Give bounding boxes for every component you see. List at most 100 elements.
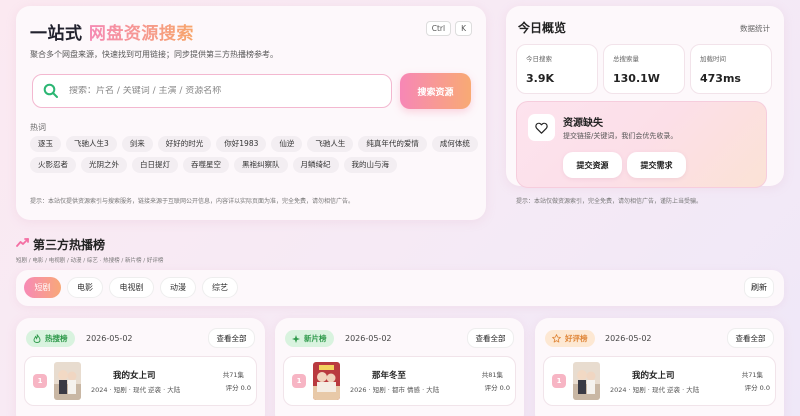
search-input[interactable] [69, 86, 359, 96]
overview-notice: 提示：本站仅做资源索引，完全免费，请勿相信广告，谨防上当受骗。 [516, 198, 703, 205]
star-icon [552, 334, 561, 343]
search-button[interactable]: 搜索资源 [400, 73, 471, 109]
poster-image [573, 362, 600, 400]
submit-request-button[interactable]: 提交需求 [627, 152, 686, 178]
trending-icon [16, 238, 29, 247]
episode-count: 共71集 [222, 371, 244, 379]
rank-date: 2026-05-02 [345, 334, 392, 343]
stat-total-search: 总搜索量 130.1W [603, 44, 685, 94]
rank-card-top-rated: 好评榜 2026-05-02 查看全部 1 我的女上司 2024 · 短剧 · … [535, 318, 784, 416]
stat-value: 130.1W [613, 72, 660, 85]
list-item[interactable]: 1 我的女上司 2024 · 短剧 · 现代 逆袭 · 大陆 共71集 评分 0… [543, 356, 776, 406]
hot-word-chip[interactable]: 成何体统 [431, 136, 478, 152]
stat-today-search: 今日搜索 3.9K [516, 44, 598, 94]
stat-label: 加载时间 [700, 55, 726, 63]
stats-link[interactable]: 数据统计 [740, 23, 770, 34]
overview-title: 今日概览 [518, 21, 567, 35]
badge-new: 新片榜 [285, 330, 334, 347]
missing-desc: 提交链接/关键词，我们会优先收录。 [563, 132, 678, 140]
hot-word-chip[interactable]: 飞驰人生3 [66, 136, 117, 152]
hot-word-chip[interactable]: 飞驰人生 [307, 136, 354, 152]
kbd-ctrl: Ctrl [425, 21, 452, 36]
view-all-button[interactable]: 查看全部 [727, 328, 774, 348]
hot-words-label: 热词 [30, 123, 46, 132]
badge-label: 热搜榜 [45, 334, 68, 343]
hot-word-chip[interactable]: 火影忍者 [30, 157, 76, 173]
rank-number: 1 [33, 374, 47, 388]
kbd-k: K [455, 21, 472, 36]
hot-word-chip[interactable]: 吞噬星空 [183, 157, 229, 173]
hot-word-chip[interactable]: 纯真年代的爱情 [358, 136, 427, 152]
hot-word-chip[interactable]: 我的山与海 [343, 157, 397, 173]
item-score: 评分 0.0 [744, 384, 770, 392]
hot-word-chip[interactable]: 好好的时光 [157, 136, 212, 152]
hot-word-chip[interactable]: 逐玉 [30, 136, 61, 152]
item-title: 我的女上司 [113, 371, 156, 381]
search-card: 一站式 网盘资源搜索 Ctrl K 聚合多个网盘来源，快速找到可用链接；同步提供… [16, 6, 486, 220]
poster-image [54, 362, 81, 400]
stat-load-time: 加载时间 473ms [690, 44, 772, 94]
rank-number: 1 [552, 374, 566, 388]
search-box[interactable] [32, 74, 392, 108]
hot-word-chip[interactable]: 月鳞绮纪 [292, 157, 339, 173]
submit-resource-button[interactable]: 提交资源 [563, 152, 622, 178]
hot-word-chip[interactable]: 剑来 [121, 136, 153, 152]
section-subtitle: 短剧 / 电影 / 电视剧 / 动漫 / 综艺 · 热搜榜 / 新片榜 / 好评… [16, 258, 164, 264]
tab-short-drama[interactable]: 短剧 [24, 277, 61, 298]
stat-label: 今日搜索 [526, 55, 552, 63]
badge-label: 好评榜 [565, 334, 588, 343]
hot-word-chip[interactable]: 白日提灯 [132, 157, 178, 173]
badge-top-rated: 好评榜 [545, 330, 595, 347]
tab-tv[interactable]: 电视剧 [109, 277, 154, 298]
episode-count: 共71集 [741, 371, 763, 379]
item-score: 评分 0.0 [484, 384, 510, 392]
flame-icon [33, 334, 41, 343]
tab-movie[interactable]: 电影 [67, 277, 103, 298]
missing-title: 资源缺失 [563, 118, 603, 129]
badge-hot: 热搜榜 [26, 330, 75, 347]
item-title: 我的女上司 [632, 371, 675, 381]
item-meta: 2024 · 短剧 · 现代 逆袭 · 大陆 [91, 386, 181, 394]
badge-label: 新片榜 [304, 334, 327, 343]
list-item[interactable]: 1 那年冬至 2026 · 短剧 · 都市 情感 · 大陆 共81集 评分 0.… [283, 356, 516, 406]
hot-word-chip[interactable]: 仙逆 [271, 136, 303, 152]
search-notice: 提示：本站仅提供资源索引与搜索服务，链接来源于互联网公开信息，内容详以实际页面为… [30, 198, 355, 205]
tab-variety[interactable]: 综艺 [202, 277, 238, 298]
view-all-button[interactable]: 查看全部 [467, 328, 514, 348]
rank-card-new: 新片榜 2026-05-02 查看全部 1 那年冬至 2026 · 短剧 · 都… [275, 318, 524, 416]
stat-value: 473ms [700, 72, 741, 85]
hot-word-chip[interactable]: 黑袍纠察队 [234, 157, 288, 173]
title-highlight: 网盘资源搜索 [88, 24, 194, 44]
rank-date: 2026-05-02 [605, 334, 652, 343]
item-score: 评分 0.0 [225, 384, 251, 392]
heart-icon [535, 122, 548, 134]
rank-card-hot: 热搜榜 2026-05-02 查看全部 1 我的女上司 2024 · 短剧 · … [16, 318, 265, 416]
search-subtitle: 聚合多个网盘来源，快速找到可用链接；同步提供第三方热播榜参考。 [30, 50, 278, 59]
item-meta: 2026 · 短剧 · 都市 情感 · 大陆 [350, 386, 440, 394]
section-title: 第三方热播榜 [33, 238, 106, 252]
stat-label: 总搜索量 [613, 55, 639, 63]
hot-word-chip[interactable]: 你好1983 [216, 136, 267, 152]
poster-image [313, 362, 340, 400]
rank-number: 1 [292, 374, 306, 388]
rank-date: 2026-05-02 [86, 334, 133, 343]
refresh-button[interactable]: 刷新 [744, 277, 774, 298]
list-item[interactable]: 1 我的女上司 2024 · 短剧 · 现代 逆袭 · 大陆 共71集 评分 0… [24, 356, 257, 406]
item-meta: 2024 · 短剧 · 现代 逆袭 · 大陆 [610, 386, 700, 394]
heart-icon-box [528, 114, 555, 141]
sparkle-icon [292, 334, 300, 343]
search-icon [43, 83, 58, 98]
title-prefix: 一站式 [30, 24, 83, 44]
page-title: 一站式 网盘资源搜索 [30, 19, 194, 44]
tab-anime[interactable]: 动漫 [160, 277, 196, 298]
category-tabbar: 短剧 电影 电视剧 动漫 综艺 刷新 [16, 270, 784, 306]
overview-card: 今日概览 数据统计 今日搜索 3.9K 总搜索量 130.1W 加载时间 473… [506, 6, 784, 188]
hot-words-list: 逐玉 飞驰人生3 剑来 好好的时光 你好1983 仙逆 飞驰人生 纯真年代的爱情 成何体统火影忍… [30, 136, 480, 173]
hot-word-chip[interactable]: 光阴之外 [81, 157, 127, 173]
item-title: 那年冬至 [372, 371, 407, 381]
stat-value: 3.9K [526, 72, 555, 85]
missing-resource-panel: 资源缺失 提交链接/关键词，我们会优先收录。 提交资源 提交需求 [516, 101, 767, 188]
shortcut-hint: Ctrl K [425, 21, 472, 36]
view-all-button[interactable]: 查看全部 [208, 328, 255, 348]
episode-count: 共81集 [481, 371, 503, 379]
